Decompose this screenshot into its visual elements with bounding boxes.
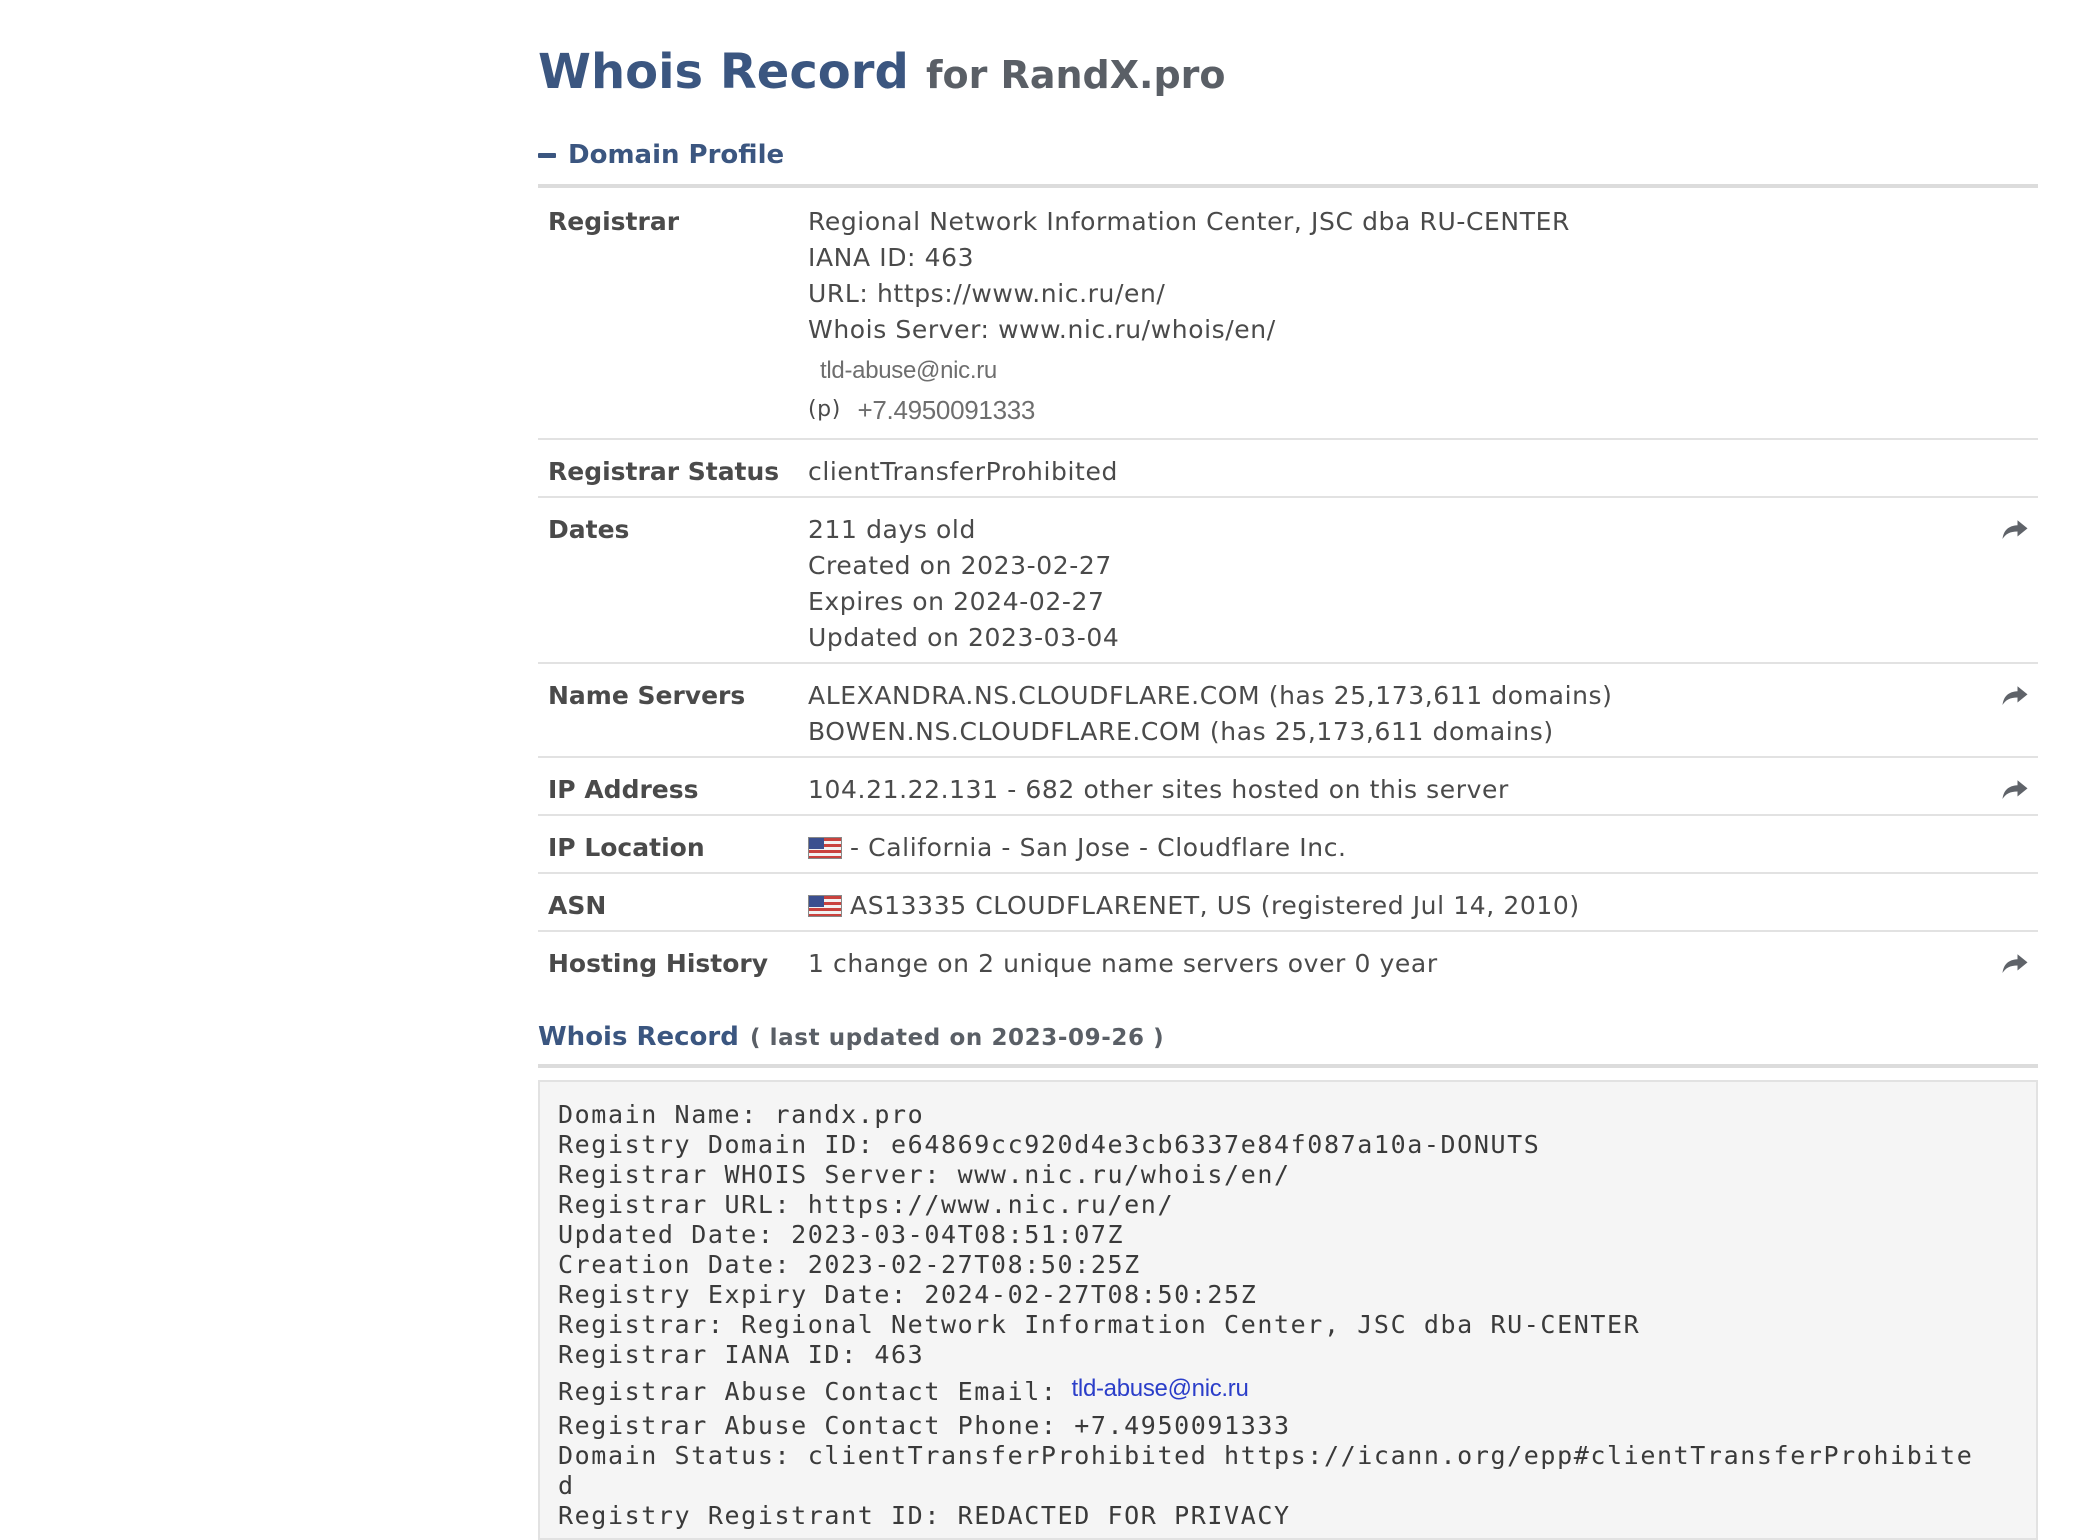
updated-date: Updated on 2023-03-04 bbox=[808, 623, 1120, 652]
expires-date: Expires on 2024-02-27 bbox=[808, 587, 1105, 616]
raw-line: d bbox=[558, 1471, 575, 1500]
dates-row: Dates 211 days old Created on 2023-02-27… bbox=[538, 498, 2038, 664]
created-date: Created on 2023-02-27 bbox=[808, 551, 1112, 580]
whois-record-header: Whois Record ( last updated on 2023-09-2… bbox=[538, 1022, 1164, 1052]
section-divider bbox=[538, 1064, 2038, 1068]
raw-line: Creation Date: 2023-02-27T08:50:25Z bbox=[558, 1250, 1141, 1279]
registrar-row: Registrar Regional Network Information C… bbox=[538, 190, 2038, 440]
share-arrow-icon[interactable] bbox=[2000, 948, 2030, 978]
row-label: Registrar Status bbox=[548, 457, 780, 486]
asn-text: AS13335 CLOUDFLARENET, US (registered Ju… bbox=[850, 891, 1580, 920]
row-label: ASN bbox=[548, 891, 607, 920]
page-title: Whois Record for RandX.pro bbox=[538, 44, 1226, 100]
registrar-url: URL: https://www.nic.ru/en/ bbox=[808, 279, 1166, 308]
page-title-main: Whois Record bbox=[538, 44, 909, 100]
whois-record-title[interactable]: Whois Record bbox=[538, 1022, 739, 1052]
asn-row: ASN AS13335 CLOUDFLARENET, US (registere… bbox=[538, 874, 2038, 932]
raw-abuse-email-link[interactable]: tld-abuse@nic.ru bbox=[1072, 1375, 1249, 1402]
hosting-history-value: 1 change on 2 unique name servers over 0… bbox=[808, 949, 1438, 978]
page-title-domain: for RandX.pro bbox=[925, 53, 1226, 97]
hosting-history-row: Hosting History 1 change on 2 unique nam… bbox=[538, 932, 2038, 990]
name-server-2: BOWEN.NS.CLOUDFLARE.COM (has 25,173,611 … bbox=[808, 717, 1554, 746]
raw-line: Registry Domain ID: e64869cc920d4e3cb633… bbox=[558, 1130, 1541, 1159]
raw-line: Registrar URL: https://www.nic.ru/en/ bbox=[558, 1190, 1175, 1219]
ip-location-text: - California - San Jose - Cloudflare Inc… bbox=[850, 833, 1347, 862]
raw-line: Registrar WHOIS Server: www.nic.ru/whois… bbox=[558, 1160, 1291, 1189]
raw-line: Domain Status: clientTransferProhibited … bbox=[558, 1441, 1974, 1470]
share-arrow-icon[interactable] bbox=[2000, 774, 2030, 804]
name-servers-row: Name Servers ALEXANDRA.NS.CLOUDFLARE.COM… bbox=[538, 664, 2038, 758]
row-label: IP Location bbox=[548, 833, 705, 862]
raw-line: Registry Expiry Date: 2024-02-27T08:50:2… bbox=[558, 1280, 1258, 1309]
ip-location-value: - California - San Jose - Cloudflare Inc… bbox=[808, 830, 2038, 872]
registrar-abuse-email: tld-abuse@nic.ru bbox=[820, 357, 997, 384]
row-label: Dates bbox=[548, 515, 630, 544]
phone-prefix: (p) bbox=[808, 397, 841, 422]
raw-line: Updated Date: 2023-03-04T08:51:07Z bbox=[558, 1220, 1125, 1249]
domain-profile-toggle[interactable]: Domain Profile bbox=[538, 140, 784, 170]
whois-last-updated: ( last updated on 2023-09-26 ) bbox=[749, 1025, 1165, 1051]
registrar-status-value: clientTransferProhibited bbox=[808, 457, 1118, 486]
raw-line: Registrar Abuse Contact Phone: +7.495009… bbox=[558, 1411, 1291, 1440]
registrar-name: Regional Network Information Center, JSC… bbox=[808, 207, 1570, 236]
name-servers-value: ALEXANDRA.NS.CLOUDFLARE.COM (has 25,173,… bbox=[808, 678, 2038, 756]
registrar-value: Regional Network Information Center, JSC… bbox=[808, 204, 2038, 438]
raw-whois-text: Domain Name: randx.pro Registry Domain I… bbox=[538, 1080, 2038, 1540]
raw-line: Registry Registrant ID: REDACTED FOR PRI… bbox=[558, 1501, 1291, 1530]
raw-abuse-email-line: Registrar Abuse Contact Email: tld-abuse@… bbox=[558, 1370, 2018, 1411]
registrar-status-row: Registrar Status clientTransferProhibite… bbox=[538, 440, 2038, 498]
section-divider bbox=[538, 184, 2038, 188]
raw-line: Domain Name: randx.pro bbox=[558, 1100, 925, 1129]
domain-age: 211 days old bbox=[808, 515, 976, 544]
ip-location-row: IP Location - California - San Jose - Cl… bbox=[538, 816, 2038, 874]
raw-line: Registrar: Regional Network Information … bbox=[558, 1310, 1641, 1339]
share-arrow-icon[interactable] bbox=[2000, 680, 2030, 710]
ip-address-row: IP Address 104.21.22.131 - 682 other sit… bbox=[538, 758, 2038, 816]
raw-line: Registrar IANA ID: 463 bbox=[558, 1340, 925, 1369]
share-arrow-icon[interactable] bbox=[2000, 514, 2030, 544]
row-label: IP Address bbox=[548, 775, 699, 804]
registrar-whois-server: Whois Server: www.nic.ru/whois/en/ bbox=[808, 315, 1276, 344]
us-flag-icon bbox=[808, 837, 842, 859]
registrar-iana-id: IANA ID: 463 bbox=[808, 243, 975, 272]
dates-value: 211 days old Created on 2023-02-27 Expir… bbox=[808, 512, 2038, 662]
row-label: Hosting History bbox=[548, 949, 769, 978]
ip-address-value: 104.21.22.131 - 682 other sites hosted o… bbox=[808, 775, 1509, 804]
domain-profile-header: Domain Profile bbox=[568, 140, 785, 170]
minus-icon[interactable] bbox=[538, 152, 556, 158]
name-server-1: ALEXANDRA.NS.CLOUDFLARE.COM (has 25,173,… bbox=[808, 681, 1613, 710]
registrar-abuse-phone: +7.4950091333 bbox=[857, 395, 1036, 425]
domain-profile-table: Registrar Regional Network Information C… bbox=[538, 190, 2038, 990]
asn-value: AS13335 CLOUDFLARENET, US (registered Ju… bbox=[808, 888, 2038, 930]
raw-abuse-email-label: Registrar Abuse Contact Email: bbox=[558, 1377, 1058, 1406]
row-label: Registrar bbox=[548, 207, 680, 236]
us-flag-icon bbox=[808, 895, 842, 917]
row-label: Name Servers bbox=[548, 681, 746, 710]
